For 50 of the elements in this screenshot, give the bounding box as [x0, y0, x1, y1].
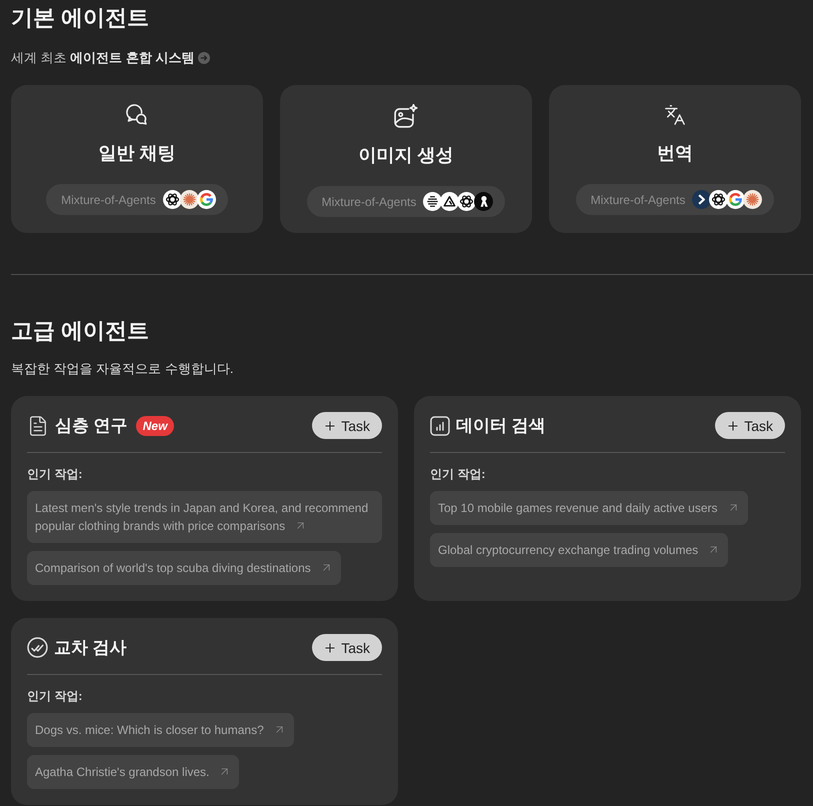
g-logo-icon: [196, 190, 216, 209]
agent-card[interactable]: 번역 Mixture-of-Agents: [549, 85, 801, 233]
arrow-circle-icon: [198, 52, 210, 64]
agent-name: 번역: [657, 142, 693, 165]
document-icon: [27, 414, 49, 436]
agent-name: 교차 검사: [54, 636, 127, 658]
figure-logo-icon: [474, 192, 494, 211]
atom-logo-icon: [457, 192, 476, 211]
models-label: Mixture-of-Agents: [590, 192, 686, 208]
task-button[interactable]: Task: [312, 412, 382, 439]
task-suggestion[interactable]: Top 10 mobile games revenue and daily active users: [430, 491, 748, 525]
task-suggestion[interactable]: Comparison of world's top scuba diving destinations: [27, 551, 341, 585]
g-logo-icon: [726, 190, 746, 209]
chevron-logo-icon: [692, 190, 712, 209]
image-sparkle-icon: [394, 104, 418, 128]
double-check-circle-icon: [27, 637, 48, 658]
models-label: Mixture-of-Agents: [61, 192, 156, 208]
plus-icon: [323, 418, 338, 432]
section-subtitle: 세계 최초 에이전트 혼합 시스템: [11, 49, 194, 67]
starburst-logo-icon: [180, 190, 199, 209]
translate-icon: [664, 104, 686, 126]
section-subtitle: 복잡한 작업을 자율적으로 수행합니다.: [11, 360, 234, 378]
agent-name: 일반 채팅: [98, 142, 176, 165]
task-suggestion[interactable]: Global cryptocurrency exchange trading volumes: [430, 533, 728, 567]
agent-name: 이미지 생성: [358, 144, 454, 167]
triangle-logo-icon: [440, 192, 460, 211]
task-suggestion[interactable]: Dogs vs. mice: Which is closer to humans?: [27, 713, 294, 747]
plus-icon: [726, 418, 740, 432]
new-badge: New: [136, 416, 174, 436]
atom-logo-icon: [709, 190, 728, 209]
atom-logo-icon: [162, 190, 182, 209]
popular-tasks-label: 인기 작업:: [430, 466, 486, 482]
popular-tasks-label: 인기 작업:: [27, 466, 84, 482]
bar-chart-icon: [430, 416, 450, 436]
agent-name: 심층 연구: [55, 414, 128, 436]
agent-name: 데이터 검색: [456, 414, 546, 436]
popular-tasks-label: 인기 작업:: [27, 688, 84, 704]
task-button[interactable]: Task: [312, 634, 382, 661]
task-suggestion[interactable]: Latest men's style trends in Japan and Korea, and recommend popular clothing brands with price comparisons: [27, 491, 382, 543]
task-suggestion[interactable]: Agatha Christie's grandson lives.: [27, 755, 240, 789]
agent-card[interactable]: 이미지 생성 Mixture-of-Agents: [280, 85, 532, 233]
striped-sphere-icon: [423, 192, 442, 211]
task-button[interactable]: Task: [715, 412, 785, 439]
section-title: 고급 에이전트: [11, 317, 150, 345]
section-title: 기본 에이전트: [11, 4, 150, 32]
models-label: Mixture-of-Agents: [322, 194, 416, 210]
chat-bubbles-icon: [126, 104, 148, 126]
agent-card[interactable]: 일반 채팅 Mixture-of-Agents: [11, 85, 263, 233]
starburst-logo-icon: [743, 190, 762, 209]
plus-icon: [323, 640, 338, 654]
